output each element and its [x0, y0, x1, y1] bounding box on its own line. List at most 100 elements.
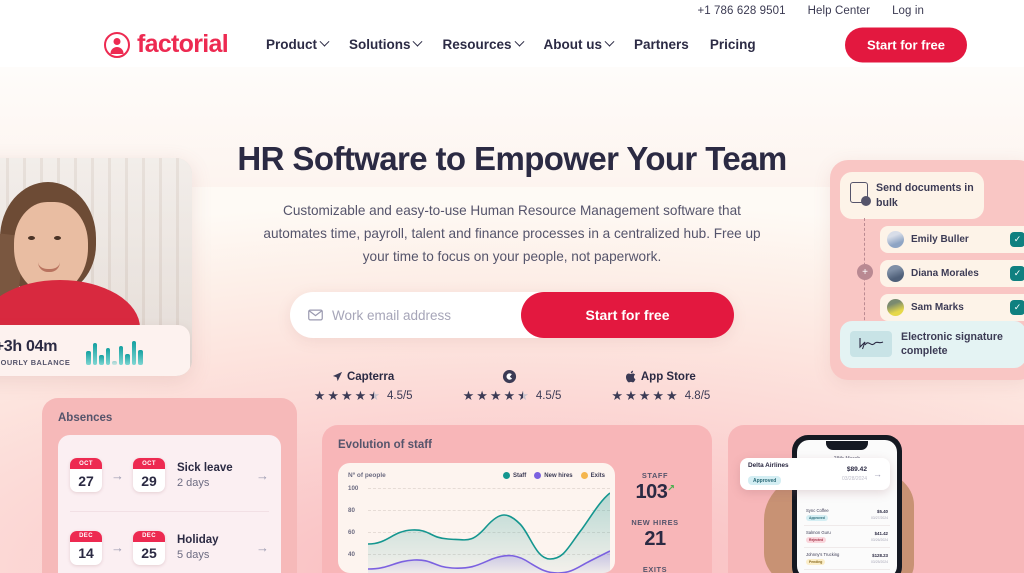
expense-amount: $41.42 — [874, 531, 888, 536]
calendar-day: 25 — [141, 545, 157, 561]
chevron-right-icon[interactable]: → — [256, 540, 269, 555]
nav-item-product[interactable]: Product — [266, 36, 330, 52]
chart-summary-stats: STAFF 103↗ NEW HIRES 21 EXITS — [614, 471, 696, 573]
calendar-month: OCT — [133, 458, 165, 469]
expense-amount: $5.40 — [877, 509, 888, 514]
stat-staff: STAFF 103↗ — [614, 471, 696, 504]
rating-capterra: Capterra ★★★★★ 4.5/5 — [314, 368, 413, 403]
rating-app-store: App Store ★ ★ ★ ★ ★ 4.8/5 — [611, 368, 711, 403]
getapp-g-icon — [503, 369, 517, 384]
expense-date: 03/25/2024 — [871, 560, 888, 564]
status-badge: Pending — [806, 559, 826, 565]
nav-item-pricing[interactable]: Pricing — [710, 37, 756, 52]
chart-series-svg — [368, 492, 610, 573]
chevron-right-icon[interactable]: → — [256, 468, 269, 483]
factorial-circle-person-icon — [104, 31, 130, 58]
signature-icon — [850, 331, 892, 358]
expense-date: 03/26/2024 — [871, 538, 888, 542]
brand-logo[interactable]: factorial — [104, 30, 229, 59]
legend-label: New hires — [544, 472, 573, 479]
email-capture-form: Start for free — [290, 292, 734, 338]
calendar-start-icon: DEC 14 — [70, 530, 102, 565]
hourly-balance-stat: +3h 04m HOURLY BALANCE — [0, 338, 70, 367]
table-row[interactable]: Johnny's Trucking Pending $128.23 03/25/… — [804, 548, 890, 570]
chevron-down-icon — [413, 36, 423, 47]
calendar-day: 29 — [141, 472, 157, 489]
absence-name: Holiday — [177, 534, 219, 546]
table-row[interactable]: Sync Coffee Approved $5.40 03/27/2024 — [804, 504, 890, 526]
chevron-down-icon — [319, 36, 330, 47]
legend-dot — [534, 472, 542, 479]
y-tick-label: 40 — [348, 551, 355, 558]
nav-item-solutions[interactable]: Solutions — [349, 36, 423, 52]
stat-value: 103↗ — [635, 481, 675, 503]
legend-dot — [580, 472, 588, 479]
absences-card: Absences OCT 27 → OCT 29 Sick leave 2 da… — [42, 398, 297, 573]
table-row[interactable]: Salmon Guru Rejected $41.42 03/26/2024 — [804, 526, 890, 548]
list-item[interactable]: Sam Marks ✓ — [880, 294, 1024, 321]
navbar-start-for-free-button[interactable]: Start for free — [844, 27, 967, 62]
chevron-down-icon — [604, 36, 615, 47]
absence-duration: 2 days — [177, 476, 210, 489]
main-navbar: factorial Product Solutions Resources Ab… — [0, 22, 1024, 67]
phone-device: 28th March Sync Coffee Approved $5.40 03… — [792, 435, 902, 573]
stat-label: EXITS — [642, 565, 668, 573]
expense-name: Salmon Guru — [806, 530, 831, 535]
absence-details: Sick leave 2 days — [177, 462, 247, 489]
help-center-link[interactable]: Help Center — [808, 5, 870, 17]
table-row[interactable]: OCT 27 → OCT 29 Sick leave 2 days → — [70, 439, 269, 511]
hero-content: HR Software to Empower Your Team Customi… — [0, 140, 1024, 268]
table-row[interactable]: DEC 14 → DEC 25 Holiday 5 days → — [70, 511, 269, 573]
hero-start-for-free-button[interactable]: Start for free — [521, 292, 734, 338]
calendar-month: OCT — [70, 458, 102, 469]
chart-legend: Staff New hires Exits — [502, 472, 605, 479]
page-title: HR Software to Empower Your Team — [237, 140, 787, 177]
expense-highlight-card[interactable]: Delta Airlines Approved $89.42 03/28/202… — [740, 458, 890, 490]
rating-score: 4.5/5 — [386, 389, 413, 402]
expenses-phone-card: 28th March Sync Coffee Approved $5.40 03… — [728, 425, 1024, 573]
apple-icon — [625, 370, 636, 383]
y-tick-label: 80 — [348, 507, 355, 514]
absence-duration: 5 days — [177, 549, 210, 561]
expense-date: 03/27/2024 — [871, 516, 888, 520]
status-badge: Approved — [806, 515, 828, 521]
app-store-brand: App Store — [611, 368, 710, 385]
chart-plot-area: 100 80 60 40 — [348, 485, 610, 573]
log-in-link[interactable]: Log in — [892, 5, 924, 17]
absence-details: Holiday 5 days — [177, 534, 247, 561]
legend-item-staff: Staff — [502, 472, 527, 479]
work-email-input[interactable] — [332, 307, 521, 323]
envelope-icon — [308, 309, 323, 321]
stat-label: NEW HIRES — [631, 518, 679, 527]
rating-brand-label: App Store — [640, 370, 696, 383]
calendar-end-icon: DEC 25 — [133, 530, 165, 565]
stat-label: STAFF — [641, 471, 669, 480]
capterra-brand: Capterra — [314, 368, 413, 385]
rating-score: 4.8/5 — [684, 389, 711, 402]
stat-value: 21 — [644, 528, 666, 550]
stat-exits: EXITS — [614, 565, 696, 573]
signature-complete-banner: Electronic signature complete — [840, 320, 1024, 368]
nav-item-about-us[interactable]: About us — [544, 36, 615, 52]
rating-stars: ★★★★★ 4.5/5 — [463, 389, 562, 402]
rating-score: 4.5/5 — [535, 389, 562, 402]
legend-dot — [502, 472, 510, 479]
check-icon: ✓ — [1010, 300, 1024, 315]
arrow-right-icon: → — [111, 467, 124, 483]
calendar-end-icon: OCT 29 — [133, 458, 165, 492]
nav-item-resources[interactable]: Resources — [442, 36, 524, 52]
legend-label: Staff — [512, 472, 527, 479]
calendar-day: 14 — [78, 545, 94, 561]
phone-notch — [826, 441, 868, 450]
chart-header: Nº of people Staff New hires Exits — [348, 472, 605, 479]
y-tick-label: 100 — [348, 485, 359, 492]
stat-new-hires: NEW HIRES 21 — [614, 518, 696, 551]
legend-item-exits: Exits — [580, 472, 605, 479]
evolution-of-staff-card: Evolution of staff Nº of people Staff Ne… — [322, 425, 712, 573]
nav-item-partners[interactable]: Partners — [634, 37, 689, 52]
utility-bar: +1 786 628 9501 Help Center Log in — [0, 0, 1024, 22]
phone-number[interactable]: +1 786 628 9501 — [697, 5, 785, 17]
expense-amount: $128.23 — [872, 553, 888, 558]
trend-up-icon: ↗ — [667, 482, 675, 493]
chevron-right-icon[interactable]: → — [873, 469, 882, 479]
